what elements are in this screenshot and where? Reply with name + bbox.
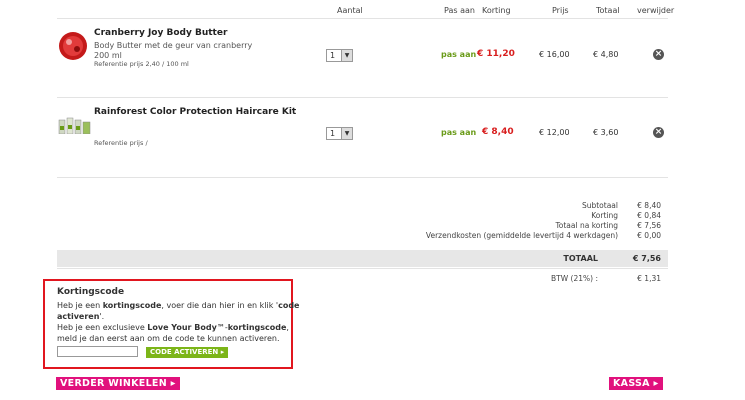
coupon-login-note: meld je dan eerst aan om de code te kunn… — [57, 334, 280, 343]
product-name[interactable]: Rainforest Color Protection Haircare Kit — [94, 107, 296, 117]
vat-value: € 1,31 — [637, 274, 661, 283]
continue-shopping-button[interactable]: VERDER WINKELEN ▸ — [56, 377, 180, 390]
coupon-instructions: Heb je een kortingscode, voer die dan hi… — [57, 301, 300, 310]
coupon-panel: Kortingscode Heb je een kortingscode, vo… — [43, 279, 299, 369]
col-verwijder: verwijder — [637, 6, 675, 15]
price-value: € 16,00 — [539, 50, 570, 59]
discount-label: Korting — [591, 211, 618, 220]
quantity-value: 1 — [330, 129, 336, 138]
pas-aan-link[interactable]: pas aan — [441, 50, 476, 59]
checkout-button[interactable]: KASSA ▸ — [609, 377, 663, 390]
reference-price: Referentie prijs / — [94, 139, 148, 147]
col-totaal: Totaal — [596, 6, 620, 15]
pas-aan-link[interactable]: pas aan — [441, 128, 476, 137]
total-divider — [57, 268, 668, 269]
col-prijs: Prijs — [552, 6, 569, 15]
after-discount-label: Totaal na korting — [555, 221, 618, 230]
product-image-cranberry — [59, 32, 87, 60]
quantity-select[interactable]: 1 ▼ — [326, 127, 353, 140]
header-divider — [57, 18, 668, 19]
chevron-right-icon: ▸ — [653, 378, 659, 389]
quantity-select[interactable]: 1 ▼ — [326, 49, 353, 62]
reference-price: Referentie prijs 2,40 / 100 ml — [94, 60, 189, 68]
coupon-title: Kortingscode — [57, 287, 125, 297]
subtotal-value: € 8,40 — [637, 201, 661, 210]
after-discount-value: € 7,56 — [637, 221, 661, 230]
chevron-down-icon: ▼ — [341, 128, 352, 139]
shipping-value: € 0,00 — [637, 231, 661, 240]
coupon-member-note: Heb je een exclusieve Love Your Body™-ko… — [57, 323, 289, 332]
remove-icon[interactable]: × — [653, 49, 664, 60]
shipping-label: Verzendkosten (gemiddelde levertijd 4 we… — [425, 231, 618, 240]
total-value: € 3,60 — [593, 128, 619, 137]
product-image-haircare-kit — [58, 117, 91, 134]
quantity-value: 1 — [330, 51, 336, 60]
subtotal-label: Subtotaal — [581, 201, 618, 210]
activate-code-button[interactable]: CODE ACTIVEREN ▸ — [146, 347, 229, 358]
coupon-instructions-2: activeren'. — [57, 312, 105, 321]
price-value: € 12,00 — [539, 128, 570, 137]
grand-total-label: TOTAAL — [563, 254, 598, 263]
product-name[interactable]: Cranberry Joy Body Butter — [94, 28, 227, 38]
discount-total-value: € 0,84 — [637, 211, 661, 220]
coupon-code-input[interactable] — [57, 346, 138, 357]
remove-icon[interactable]: × — [653, 127, 664, 138]
col-korting: Korting — [482, 6, 511, 15]
col-aantal: Aantal — [337, 6, 363, 15]
discount-value: € 8,40 — [482, 127, 514, 137]
chevron-right-icon: ▸ — [170, 378, 176, 389]
row-divider — [57, 97, 668, 98]
row-divider — [57, 177, 668, 178]
chevron-down-icon: ▼ — [341, 50, 352, 61]
total-value: € 4,80 — [593, 50, 619, 59]
discount-value: € 11,20 — [477, 49, 515, 59]
col-pas-aan: Pas aan — [444, 6, 475, 15]
grand-total-value: € 7,56 — [632, 254, 661, 263]
vat-label: BTW (21%) : — [551, 274, 598, 283]
